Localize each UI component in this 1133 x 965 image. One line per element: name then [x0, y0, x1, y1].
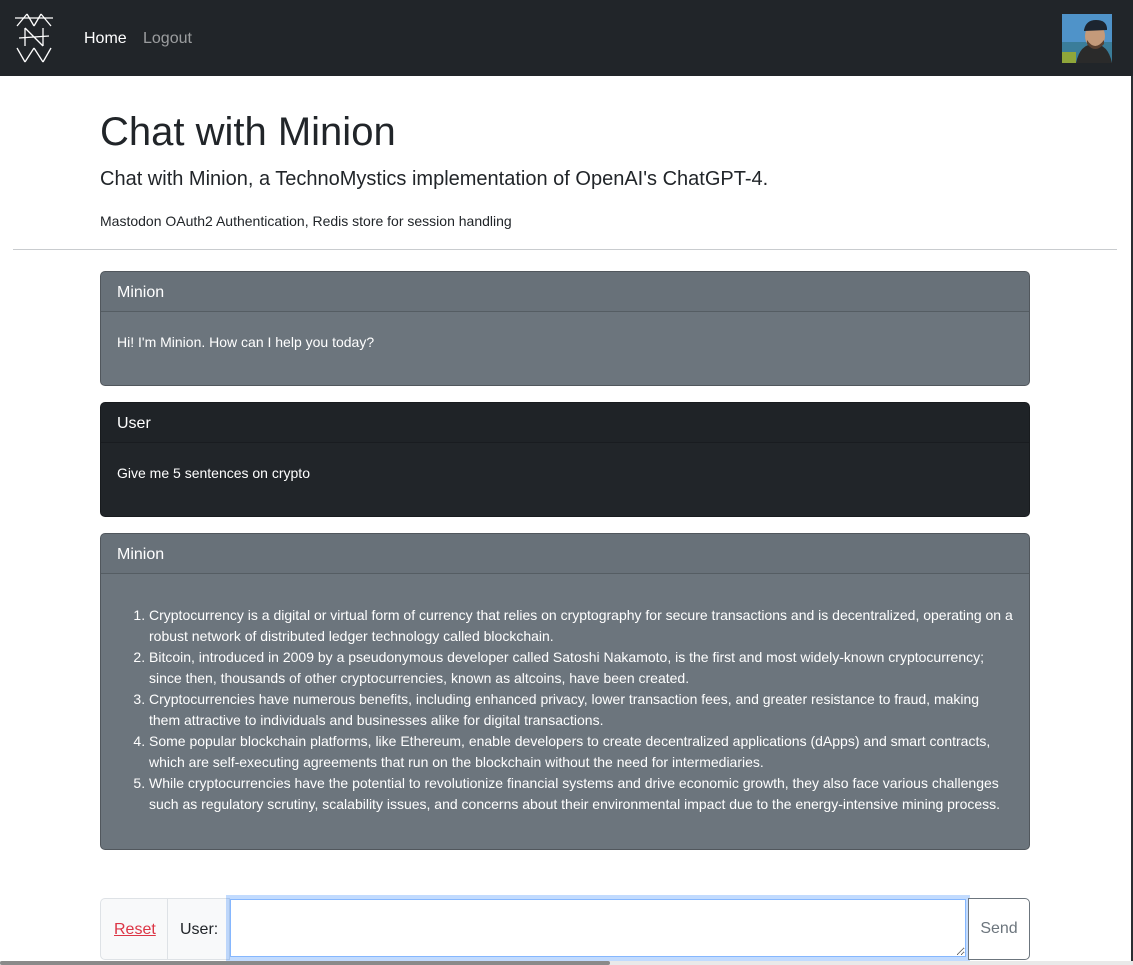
message-text: Hi! I'm Minion. How can I help you today…: [117, 334, 375, 350]
horizontal-scrollbar[interactable]: [0, 961, 1133, 965]
message-card-minion: Minion Hi! I'm Minion. How can I help yo…: [100, 271, 1030, 386]
message-body: Cryptocurrency is a digital or virtual f…: [101, 574, 1029, 831]
page-lead: Chat with Minion, a TechnoMystics implem…: [100, 168, 769, 190]
list-item: Cryptocurrency is a digital or virtual f…: [149, 605, 1013, 647]
user-label-addon: User:: [167, 898, 230, 960]
scrollbar-thumb[interactable]: [0, 961, 610, 965]
technomystics-logo[interactable]: [13, 12, 55, 64]
page-title: Chat with Minion: [100, 110, 396, 154]
list-item: Some popular blockchain platforms, like …: [149, 731, 1013, 773]
response-list: Cryptocurrency is a digital or virtual f…: [117, 605, 1013, 815]
reset-addon: Reset: [100, 898, 167, 960]
user-label: User:: [180, 921, 219, 938]
list-item: Bitcoin, introduced in 2009 by a pseudon…: [149, 647, 1013, 689]
nav-logout-link[interactable]: Logout: [143, 29, 192, 48]
message-card-user: User Give me 5 sentences on crypto: [100, 402, 1030, 517]
message-text: Give me 5 sentences on crypto: [117, 465, 310, 481]
message-card-minion: Minion Cryptocurrency is a digital or vi…: [100, 533, 1030, 850]
divider: [13, 249, 1117, 250]
page-subnote: Mastodon OAuth2 Authentication, Redis st…: [100, 213, 512, 229]
user-avatar[interactable]: [1062, 14, 1112, 63]
list-item: Cryptocurrencies have numerous benefits,…: [149, 689, 1013, 731]
chat-composer: Reset User: Send: [100, 898, 1030, 960]
message-input[interactable]: [230, 899, 966, 957]
navbar: Home Logout: [0, 0, 1133, 76]
message-sender: User: [101, 403, 1029, 443]
send-button[interactable]: Send: [968, 898, 1030, 960]
message-sender: Minion: [101, 272, 1029, 312]
nav-home-link[interactable]: Home: [84, 29, 127, 48]
reset-link[interactable]: Reset: [114, 921, 156, 939]
list-item: While cryptocurrencies have the potentia…: [149, 773, 1013, 815]
message-sender: Minion: [101, 534, 1029, 574]
